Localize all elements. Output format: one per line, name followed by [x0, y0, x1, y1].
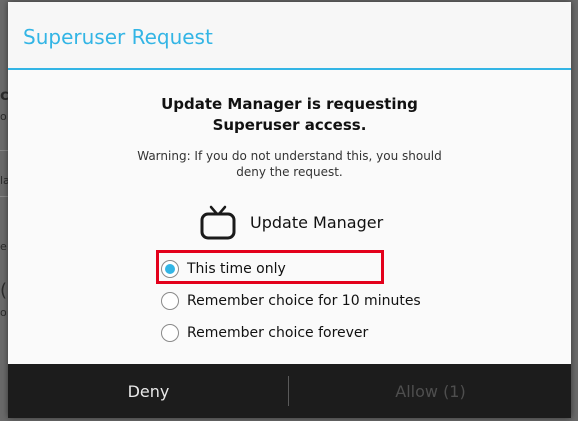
- option-remember-forever[interactable]: Remember choice forever: [161, 321, 368, 345]
- warning-text: Warning: If you do not understand this, …: [8, 148, 571, 180]
- request-heading-line2: Superuser access.: [212, 116, 367, 134]
- superuser-request-dialog: Superuser Request Update Manager is requ…: [8, 2, 571, 418]
- option-remember-10-minutes[interactable]: Remember choice for 10 minutes: [161, 289, 421, 313]
- background-text: o: [0, 306, 7, 319]
- app-name: Update Manager: [250, 212, 384, 232]
- tv-icon: [200, 205, 236, 240]
- background-text: (: [0, 280, 8, 301]
- radio-button[interactable]: [161, 324, 179, 342]
- highlight-box: [156, 250, 384, 284]
- warning-line1: Warning: If you do not understand this, …: [137, 149, 442, 163]
- button-divider: [288, 376, 289, 406]
- allow-button[interactable]: Allow (1): [290, 364, 571, 418]
- background-text: o: [0, 110, 7, 123]
- background-divider: [0, 196, 8, 197]
- request-heading: Update Manager is requesting Superuser a…: [8, 94, 571, 136]
- background-text: e: [0, 240, 7, 253]
- deny-button[interactable]: Deny: [8, 364, 289, 418]
- warning-line2: deny the request.: [236, 165, 343, 179]
- dialog-title-bar: Superuser Request: [8, 2, 571, 68]
- requesting-app: Update Manager: [198, 202, 383, 242]
- dialog-content: Update Manager is requesting Superuser a…: [8, 70, 571, 364]
- option-label: Remember choice for 10 minutes: [187, 293, 421, 309]
- dialog-title: Superuser Request: [23, 25, 213, 49]
- radio-button[interactable]: [161, 292, 179, 310]
- option-label: Remember choice forever: [187, 325, 369, 341]
- dialog-button-bar: Deny Allow (1): [8, 364, 571, 418]
- request-heading-line1: Update Manager is requesting: [161, 95, 418, 113]
- background-divider: [0, 150, 8, 151]
